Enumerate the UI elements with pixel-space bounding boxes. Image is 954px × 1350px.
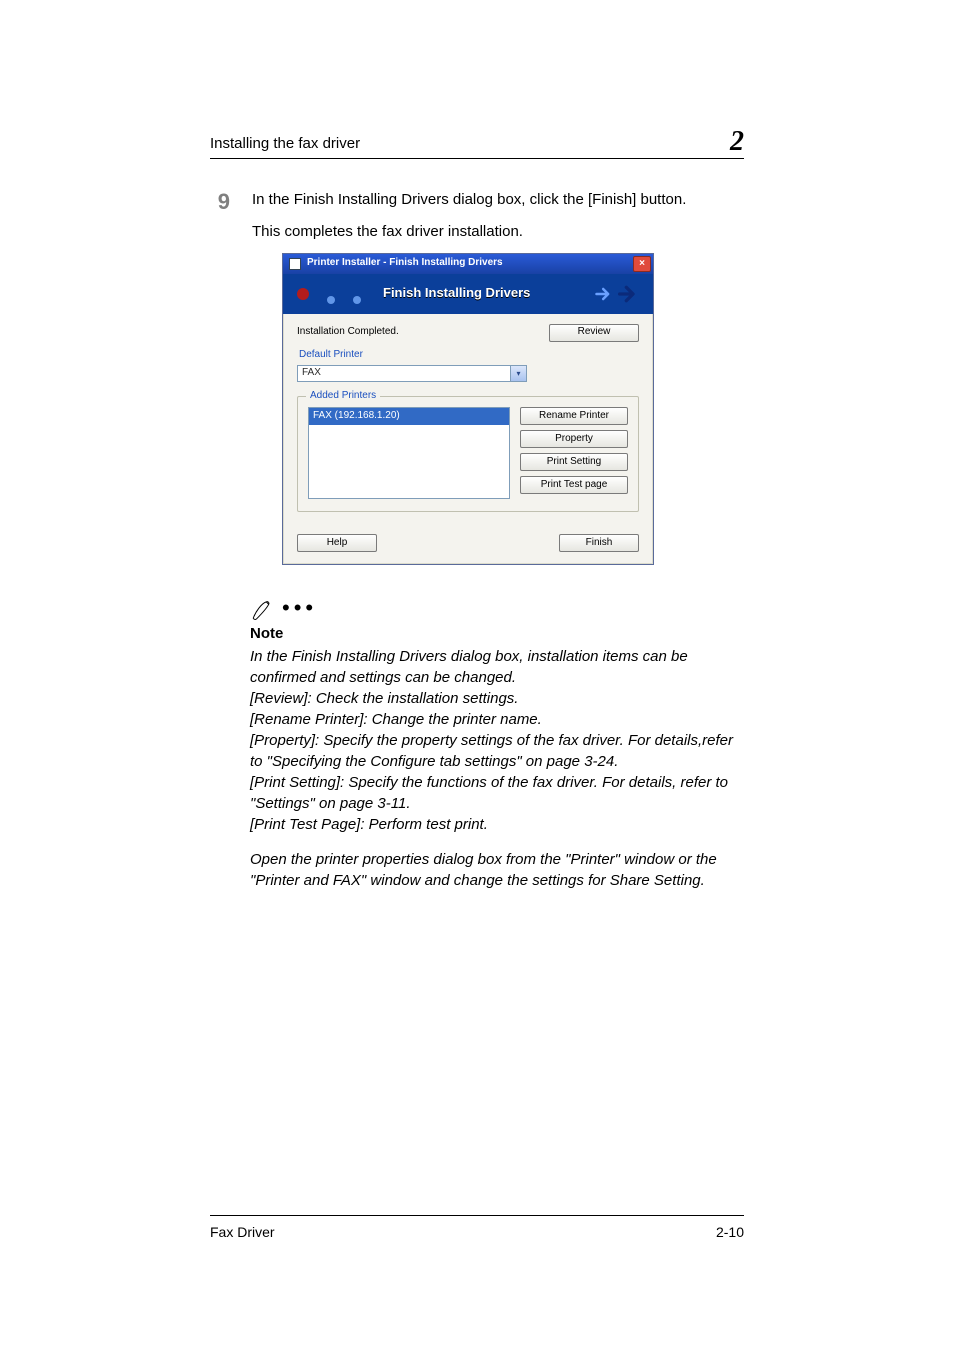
app-icon: [289, 258, 301, 270]
print-test-page-button[interactable]: Print Test page: [520, 476, 628, 494]
default-printer-label: Default Printer: [299, 348, 639, 363]
dialog-body: Installation Completed. Review Default P…: [283, 314, 653, 565]
note-line: Open the printer properties dialog box f…: [250, 849, 744, 891]
note-line: In the Finish Installing Drivers dialog …: [250, 646, 744, 688]
arrow-right-icon: [593, 284, 615, 304]
ellipsis-icon: •••: [282, 595, 317, 621]
note-heading: Note: [250, 625, 744, 642]
note-line: [Review]: Check the installation setting…: [250, 688, 744, 709]
step-text-2: This completes the fax driver installati…: [252, 221, 744, 243]
default-printer-select[interactable]: FAX ▾: [297, 365, 527, 382]
close-icon[interactable]: ×: [633, 256, 651, 272]
footer-right: 2-10: [716, 1224, 744, 1240]
banner-dot-1: [327, 296, 335, 304]
review-button[interactable]: Review: [549, 324, 639, 342]
arrow-right-bold-icon: [617, 284, 639, 304]
added-printers-group: Added Printers FAX (192.168.1.20) Rename…: [297, 396, 639, 512]
finish-installing-drivers-dialog: Printer Installer - Finish Installing Dr…: [282, 253, 654, 566]
added-printers-label: Added Printers: [306, 389, 380, 404]
print-setting-button[interactable]: Print Setting: [520, 453, 628, 471]
help-button[interactable]: Help: [297, 534, 377, 552]
note-line: [Print Setting]: Specify the functions o…: [250, 772, 744, 814]
rename-printer-button[interactable]: Rename Printer: [520, 407, 628, 425]
step-number: 9: [210, 189, 230, 215]
hand-writing-icon: [250, 597, 276, 623]
note-line: [Property]: Specify the property setting…: [250, 730, 744, 772]
dialog-banner: Finish Installing Drivers: [283, 274, 653, 314]
banner-arrows: [593, 284, 639, 304]
step-9: 9 In the Finish Installing Drivers dialo…: [210, 189, 744, 579]
step-text-1: In the Finish Installing Drivers dialog …: [252, 189, 744, 211]
list-item[interactable]: FAX (192.168.1.20): [309, 408, 509, 425]
chevron-down-icon[interactable]: ▾: [510, 366, 526, 381]
dialog-titlebar: Printer Installer - Finish Installing Dr…: [283, 254, 653, 274]
note-body: In the Finish Installing Drivers dialog …: [250, 646, 744, 891]
running-head-title: Installing the fax driver: [210, 135, 360, 152]
note-icon-row: •••: [250, 597, 744, 623]
finish-button[interactable]: Finish: [559, 534, 639, 552]
dialog-title: Printer Installer - Finish Installing Dr…: [307, 256, 633, 271]
property-button[interactable]: Property: [520, 430, 628, 448]
banner-dot-red: [297, 288, 309, 300]
added-printers-list[interactable]: FAX (192.168.1.20): [308, 407, 510, 499]
note-line: [Rename Printer]: Change the printer nam…: [250, 709, 744, 730]
note-line: [Print Test Page]: Perform test print.: [250, 814, 744, 835]
page-footer: Fax Driver 2-10: [210, 1215, 744, 1240]
banner-title: Finish Installing Drivers: [383, 284, 530, 303]
running-head: Installing the fax driver 2: [210, 120, 744, 159]
default-printer-value: FAX: [298, 366, 510, 381]
footer-left: Fax Driver: [210, 1224, 275, 1240]
banner-dot-2: [353, 296, 361, 304]
install-status: Installation Completed.: [297, 325, 399, 340]
chapter-number: 2: [730, 126, 744, 158]
